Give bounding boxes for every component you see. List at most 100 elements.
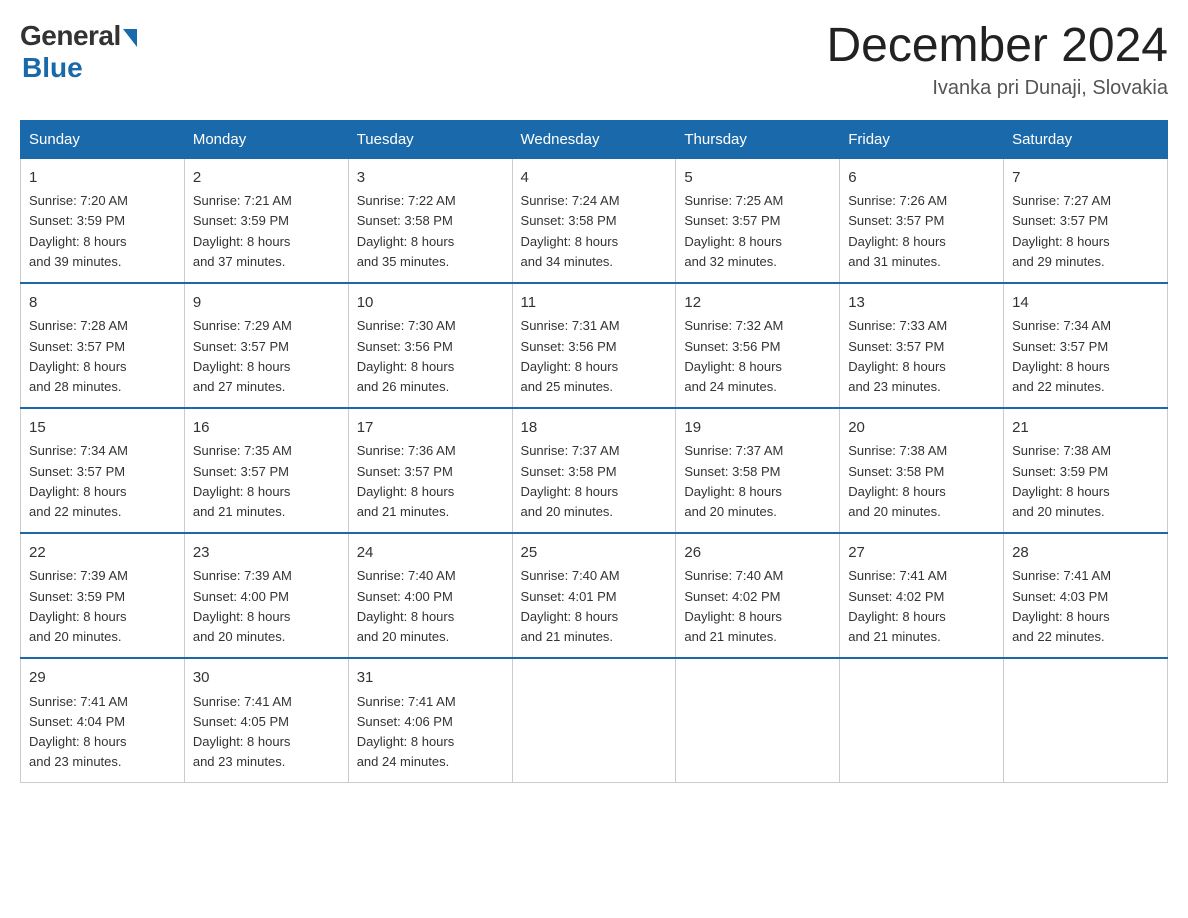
header-tuesday: Tuesday <box>348 120 512 158</box>
day-number: 22 <box>29 542 176 565</box>
calendar-cell: 25 Sunrise: 7:40 AMSunset: 4:01 PMDayligh… <box>512 533 676 658</box>
day-number: 6 <box>848 167 995 190</box>
day-number: 16 <box>193 417 340 440</box>
day-number: 25 <box>521 542 668 565</box>
day-number: 5 <box>684 167 831 190</box>
calendar-cell: 23Sunrise: 7:39 AMSunset: 4:00 PMDayligh… <box>184 533 348 658</box>
calendar-week-row: 22 Sunrise: 7:39 AMSunset: 3:59 PMDayligh… <box>21 533 1168 658</box>
day-number: 1 <box>29 167 176 190</box>
calendar-week-row: 15 Sunrise: 7:34 AMSunset: 3:57 PMDayligh… <box>21 408 1168 533</box>
calendar-week-row: 8 Sunrise: 7:28 AMSunset: 3:57 PMDaylight… <box>21 283 1168 408</box>
calendar-cell: 12 Sunrise: 7:32 AMSunset: 3:56 PMDayligh… <box>676 283 840 408</box>
header-wednesday: Wednesday <box>512 120 676 158</box>
day-info: Sunrise: 7:22 AMSunset: 3:58 PMDaylight:… <box>357 193 456 268</box>
day-info: Sunrise: 7:35 AMSunset: 3:57 PMDaylight:… <box>193 443 292 518</box>
calendar-cell: 2 Sunrise: 7:21 AMSunset: 3:59 PMDaylight… <box>184 158 348 283</box>
calendar-cell: 1 Sunrise: 7:20 AMSunset: 3:59 PMDaylight… <box>21 158 185 283</box>
calendar-cell: 9 Sunrise: 7:29 AMSunset: 3:57 PMDaylight… <box>184 283 348 408</box>
header-sunday: Sunday <box>21 120 185 158</box>
day-info: Sunrise: 7:26 AMSunset: 3:57 PMDaylight:… <box>848 193 947 268</box>
day-number: 24 <box>357 542 504 565</box>
header-thursday: Thursday <box>676 120 840 158</box>
calendar-cell <box>840 658 1004 783</box>
day-number: 18 <box>521 417 668 440</box>
calendar-cell: 19Sunrise: 7:37 AMSunset: 3:58 PMDayligh… <box>676 408 840 533</box>
day-info: Sunrise: 7:41 AMSunset: 4:06 PMDaylight:… <box>357 694 456 769</box>
header-monday: Monday <box>184 120 348 158</box>
day-number: 12 <box>684 292 831 315</box>
calendar-title: December 2024 <box>826 20 1168 73</box>
header-friday: Friday <box>840 120 1004 158</box>
day-number: 17 <box>357 417 504 440</box>
calendar-cell: 11 Sunrise: 7:31 AMSunset: 3:56 PMDayligh… <box>512 283 676 408</box>
day-number: 30 <box>193 667 340 690</box>
calendar-cell: 7 Sunrise: 7:27 AMSunset: 3:57 PMDaylight… <box>1004 158 1168 283</box>
title-section: December 2024 Ivanka pri Dunaji, Slovaki… <box>826 20 1168 100</box>
calendar-cell: 3 Sunrise: 7:22 AMSunset: 3:58 PMDaylight… <box>348 158 512 283</box>
calendar-cell: 29 Sunrise: 7:41 AMSunset: 4:04 PMDayligh… <box>21 658 185 783</box>
day-info: Sunrise: 7:32 AMSunset: 3:56 PMDaylight:… <box>684 318 783 393</box>
day-info: Sunrise: 7:24 AMSunset: 3:58 PMDaylight:… <box>521 193 620 268</box>
day-info: Sunrise: 7:28 AMSunset: 3:57 PMDaylight:… <box>29 318 128 393</box>
calendar-cell: 22 Sunrise: 7:39 AMSunset: 3:59 PMDayligh… <box>21 533 185 658</box>
day-info: Sunrise: 7:30 AMSunset: 3:56 PMDaylight:… <box>357 318 456 393</box>
day-info: Sunrise: 7:36 AMSunset: 3:57 PMDaylight:… <box>357 443 456 518</box>
day-number: 29 <box>29 667 176 690</box>
header-row: Sunday Monday Tuesday Wednesday Thursday… <box>21 120 1168 158</box>
calendar-cell: 15 Sunrise: 7:34 AMSunset: 3:57 PMDayligh… <box>21 408 185 533</box>
calendar-week-row: 1 Sunrise: 7:20 AMSunset: 3:59 PMDaylight… <box>21 158 1168 283</box>
calendar-cell: 21Sunrise: 7:38 AMSunset: 3:59 PMDayligh… <box>1004 408 1168 533</box>
day-info: Sunrise: 7:40 AMSunset: 4:02 PMDaylight:… <box>684 568 783 643</box>
calendar-table: Sunday Monday Tuesday Wednesday Thursday… <box>20 120 1168 783</box>
day-info: Sunrise: 7:40 AMSunset: 4:00 PMDaylight:… <box>357 568 456 643</box>
day-number: 23 <box>193 542 340 565</box>
day-number: 9 <box>193 292 340 315</box>
day-info: Sunrise: 7:34 AMSunset: 3:57 PMDaylight:… <box>1012 318 1111 393</box>
calendar-cell: 10 Sunrise: 7:30 AMSunset: 3:56 PMDayligh… <box>348 283 512 408</box>
day-info: Sunrise: 7:34 AMSunset: 3:57 PMDaylight:… <box>29 443 128 518</box>
calendar-cell: 14 Sunrise: 7:34 AMSunset: 3:57 PMDayligh… <box>1004 283 1168 408</box>
day-info: Sunrise: 7:21 AMSunset: 3:59 PMDaylight:… <box>193 193 292 268</box>
day-info: Sunrise: 7:33 AMSunset: 3:57 PMDaylight:… <box>848 318 947 393</box>
calendar-cell: 31 Sunrise: 7:41 AMSunset: 4:06 PMDayligh… <box>348 658 512 783</box>
day-info: Sunrise: 7:39 AMSunset: 3:59 PMDaylight:… <box>29 568 128 643</box>
day-info: Sunrise: 7:31 AMSunset: 3:56 PMDaylight:… <box>521 318 620 393</box>
day-number: 21 <box>1012 417 1159 440</box>
logo: General Blue <box>20 20 137 84</box>
day-number: 13 <box>848 292 995 315</box>
calendar-cell: 4 Sunrise: 7:24 AMSunset: 3:58 PMDaylight… <box>512 158 676 283</box>
logo-blue-text: Blue <box>22 52 83 84</box>
day-info: Sunrise: 7:37 AMSunset: 3:58 PMDaylight:… <box>521 443 620 518</box>
day-number: 4 <box>521 167 668 190</box>
day-info: Sunrise: 7:27 AMSunset: 3:57 PMDaylight:… <box>1012 193 1111 268</box>
day-number: 14 <box>1012 292 1159 315</box>
day-info: Sunrise: 7:20 AMSunset: 3:59 PMDaylight:… <box>29 193 128 268</box>
day-number: 26 <box>684 542 831 565</box>
day-number: 8 <box>29 292 176 315</box>
calendar-cell <box>512 658 676 783</box>
day-info: Sunrise: 7:41 AMSunset: 4:02 PMDaylight:… <box>848 568 947 643</box>
day-number: 10 <box>357 292 504 315</box>
calendar-cell: 24 Sunrise: 7:40 AMSunset: 4:00 PMDayligh… <box>348 533 512 658</box>
header-saturday: Saturday <box>1004 120 1168 158</box>
day-number: 3 <box>357 167 504 190</box>
day-info: Sunrise: 7:41 AMSunset: 4:04 PMDaylight:… <box>29 694 128 769</box>
calendar-cell <box>1004 658 1168 783</box>
calendar-header: Sunday Monday Tuesday Wednesday Thursday… <box>21 120 1168 158</box>
day-number: 19 <box>684 417 831 440</box>
day-info: Sunrise: 7:29 AMSunset: 3:57 PMDaylight:… <box>193 318 292 393</box>
day-number: 2 <box>193 167 340 190</box>
day-number: 15 <box>29 417 176 440</box>
calendar-cell: 13 Sunrise: 7:33 AMSunset: 3:57 PMDayligh… <box>840 283 1004 408</box>
day-info: Sunrise: 7:41 AMSunset: 4:05 PMDaylight:… <box>193 694 292 769</box>
calendar-cell: 18 Sunrise: 7:37 AMSunset: 3:58 PMDayligh… <box>512 408 676 533</box>
day-number: 11 <box>521 292 668 315</box>
calendar-cell: 27Sunrise: 7:41 AMSunset: 4:02 PMDayligh… <box>840 533 1004 658</box>
day-number: 31 <box>357 667 504 690</box>
calendar-cell: 8 Sunrise: 7:28 AMSunset: 3:57 PMDaylight… <box>21 283 185 408</box>
day-info: Sunrise: 7:38 AMSunset: 3:58 PMDaylight:… <box>848 443 947 518</box>
day-info: Sunrise: 7:40 AMSunset: 4:01 PMDaylight:… <box>521 568 620 643</box>
day-number: 7 <box>1012 167 1159 190</box>
calendar-cell: 17 Sunrise: 7:36 AMSunset: 3:57 PMDayligh… <box>348 408 512 533</box>
calendar-cell <box>676 658 840 783</box>
